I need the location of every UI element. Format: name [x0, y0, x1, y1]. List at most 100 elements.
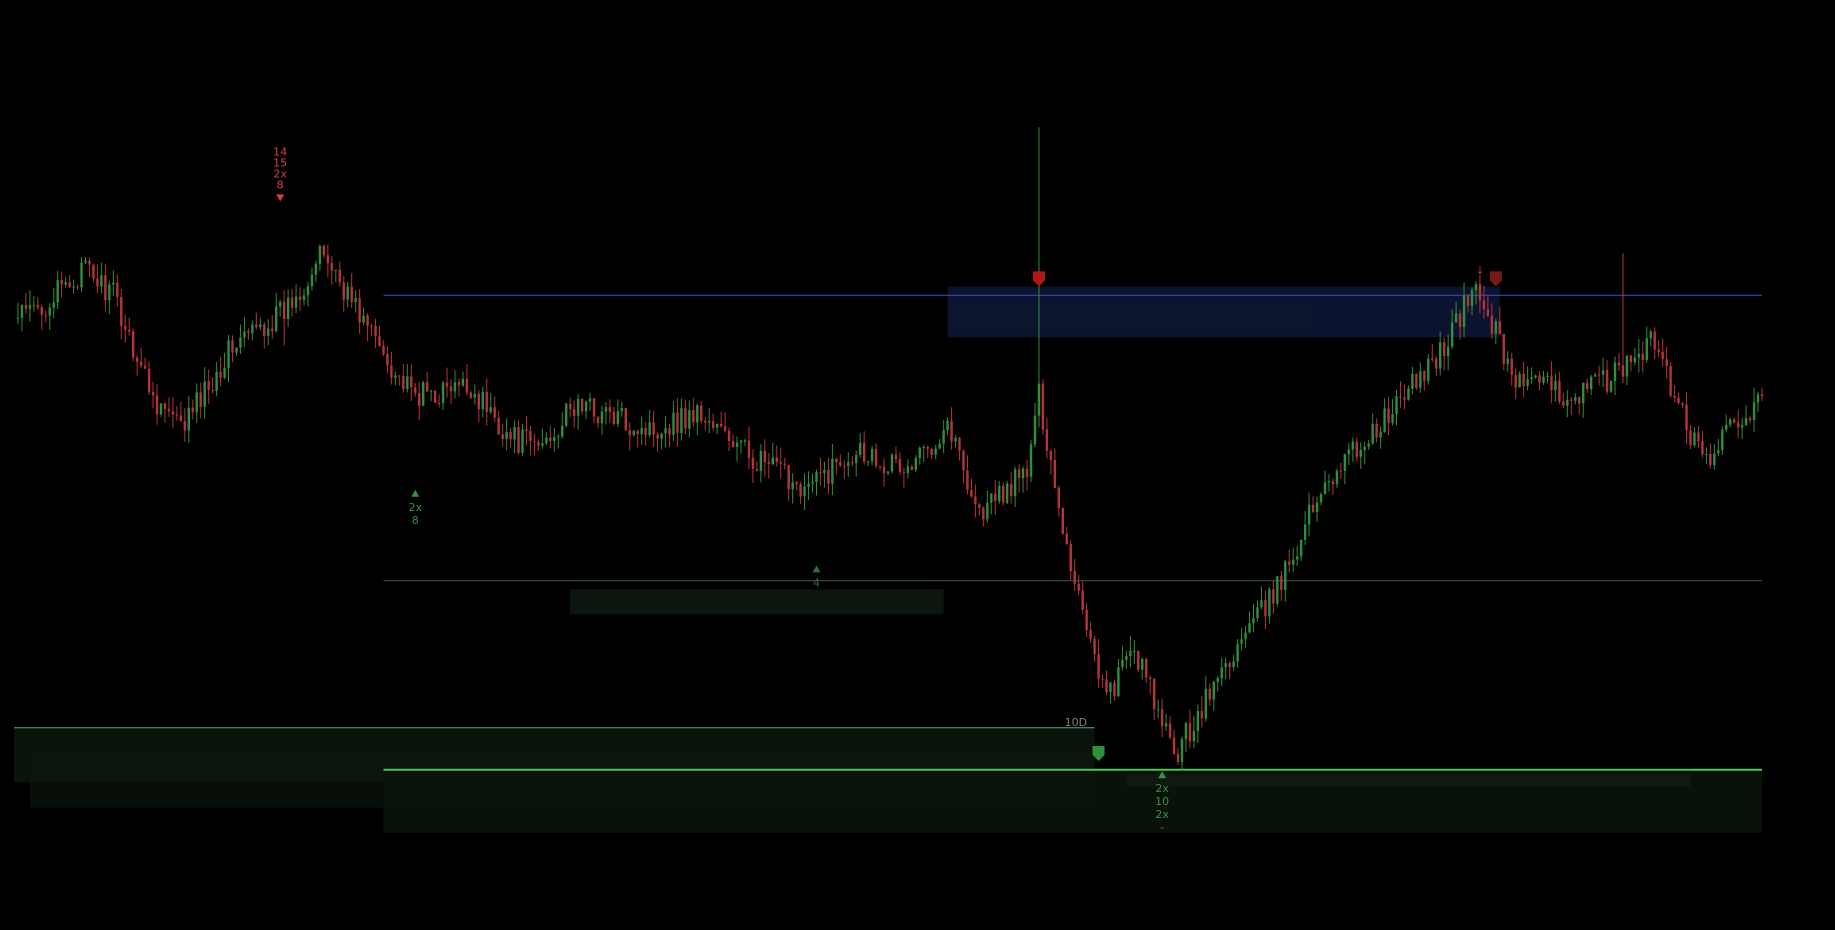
candle-body[interactable]: [572, 409, 576, 416]
candle-body[interactable]: [1641, 353, 1645, 360]
candle-body[interactable]: [370, 325, 373, 327]
candle-body[interactable]: [1160, 709, 1164, 727]
candle-body[interactable]: [1117, 667, 1120, 697]
candle-body[interactable]: [1502, 333, 1505, 364]
candle-body[interactable]: [1248, 623, 1251, 633]
candle-body[interactable]: [437, 402, 441, 404]
candle-body[interactable]: [1303, 524, 1307, 540]
shield-icon[interactable]: [1032, 271, 1045, 287]
candle-body[interactable]: [612, 411, 616, 424]
candle-body[interactable]: [1137, 650, 1140, 670]
candle-body[interactable]: [803, 486, 806, 497]
candle-body[interactable]: [1236, 643, 1239, 662]
candle-body[interactable]: [1446, 346, 1450, 357]
candle-body[interactable]: [1164, 723, 1168, 727]
candle-body[interactable]: [310, 274, 314, 287]
candle-body[interactable]: [1196, 710, 1200, 731]
candle-body[interactable]: [878, 466, 882, 468]
candle-body[interactable]: [243, 331, 246, 338]
candle-body[interactable]: [847, 462, 850, 466]
candle-body[interactable]: [946, 420, 949, 431]
candle-body[interactable]: [259, 324, 262, 328]
candle-body[interactable]: [1292, 559, 1295, 565]
candle-body[interactable]: [402, 376, 405, 390]
candle-body[interactable]: [326, 255, 330, 264]
candle-body[interactable]: [688, 410, 691, 429]
candle-body[interactable]: [298, 296, 302, 300]
candle-body[interactable]: [1589, 376, 1593, 390]
candle-body[interactable]: [76, 286, 79, 288]
candle-body[interactable]: [1002, 485, 1005, 503]
candle-body[interactable]: [104, 275, 107, 301]
candle-body[interactable]: [735, 442, 739, 447]
candle-body[interactable]: [1041, 383, 1045, 430]
candle-body[interactable]: [938, 443, 941, 449]
candle-body[interactable]: [652, 422, 655, 435]
candle-body[interactable]: [1089, 629, 1092, 639]
candle-body[interactable]: [44, 315, 47, 317]
candle-body[interactable]: [894, 454, 898, 460]
candle-body[interactable]: [394, 375, 397, 378]
candle-body[interactable]: [1431, 358, 1434, 360]
candle-body[interactable]: [584, 401, 588, 412]
candle-body[interactable]: [449, 386, 453, 392]
candle-body[interactable]: [533, 441, 536, 443]
candle-body[interactable]: [1093, 638, 1096, 655]
candle-body[interactable]: [509, 431, 512, 440]
candle-body[interactable]: [858, 442, 862, 455]
candle-body[interactable]: [171, 411, 175, 415]
candle-body[interactable]: [978, 504, 981, 508]
candle-body[interactable]: [839, 462, 842, 466]
candle-body[interactable]: [382, 345, 385, 355]
candle-body[interactable]: [970, 489, 973, 497]
candle-body[interactable]: [223, 367, 226, 378]
candle-body[interactable]: [88, 260, 91, 265]
candle-body[interactable]: [489, 407, 492, 412]
candle-body[interactable]: [1732, 419, 1736, 423]
candle-body[interactable]: [962, 450, 965, 471]
candle-body[interactable]: [231, 340, 234, 353]
candle-body[interactable]: [1371, 423, 1374, 444]
candle-body[interactable]: [739, 440, 743, 443]
price-chart[interactable]: 10D 8 2x 15 14 2x 8 4 2x 10 2x - ↓: [0, 0, 1835, 930]
candle-body[interactable]: [366, 315, 369, 326]
candle-body[interactable]: [1609, 381, 1613, 392]
candle-body[interactable]: [922, 446, 925, 448]
candle-body[interactable]: [1538, 375, 1541, 383]
candle-body[interactable]: [1113, 682, 1116, 697]
candle-body[interactable]: [600, 411, 604, 424]
candle-body[interactable]: [278, 301, 282, 307]
candle-body[interactable]: [525, 429, 528, 432]
candle-body[interactable]: [1208, 688, 1211, 700]
candle-body[interactable]: [290, 297, 294, 308]
candle-body[interactable]: [1069, 543, 1072, 572]
candle-body[interactable]: [72, 286, 75, 288]
candle-body[interactable]: [775, 457, 778, 462]
candle-body[interactable]: [727, 430, 731, 442]
candle-body[interactable]: [1744, 418, 1748, 426]
candle-body[interactable]: [1156, 709, 1160, 711]
candle-body[interactable]: [263, 324, 266, 336]
candle-body[interactable]: [1470, 290, 1474, 306]
candle-body[interactable]: [1307, 504, 1311, 525]
candle-body[interactable]: [1601, 370, 1605, 375]
candle-body[interactable]: [664, 428, 667, 434]
candle-body[interactable]: [1359, 450, 1362, 457]
candle-body[interactable]: [620, 407, 624, 412]
candle-body[interactable]: [926, 446, 929, 449]
candle-body[interactable]: [330, 263, 334, 271]
candle-body[interactable]: [1212, 681, 1215, 700]
candle-body[interactable]: [322, 245, 326, 256]
candle-body[interactable]: [211, 390, 214, 392]
candle-body[interactable]: [1423, 371, 1426, 381]
candle-body[interactable]: [1288, 561, 1291, 565]
candle-body[interactable]: [453, 382, 457, 392]
candle-body[interactable]: [986, 502, 989, 520]
candle-body[interactable]: [1109, 682, 1112, 693]
candle-body[interactable]: [831, 458, 834, 484]
candle-body[interactable]: [100, 275, 103, 287]
candle-body[interactable]: [1141, 658, 1144, 670]
candle-body[interactable]: [1009, 483, 1013, 497]
candle-body[interactable]: [1295, 556, 1299, 560]
candle-body[interactable]: [163, 403, 167, 409]
